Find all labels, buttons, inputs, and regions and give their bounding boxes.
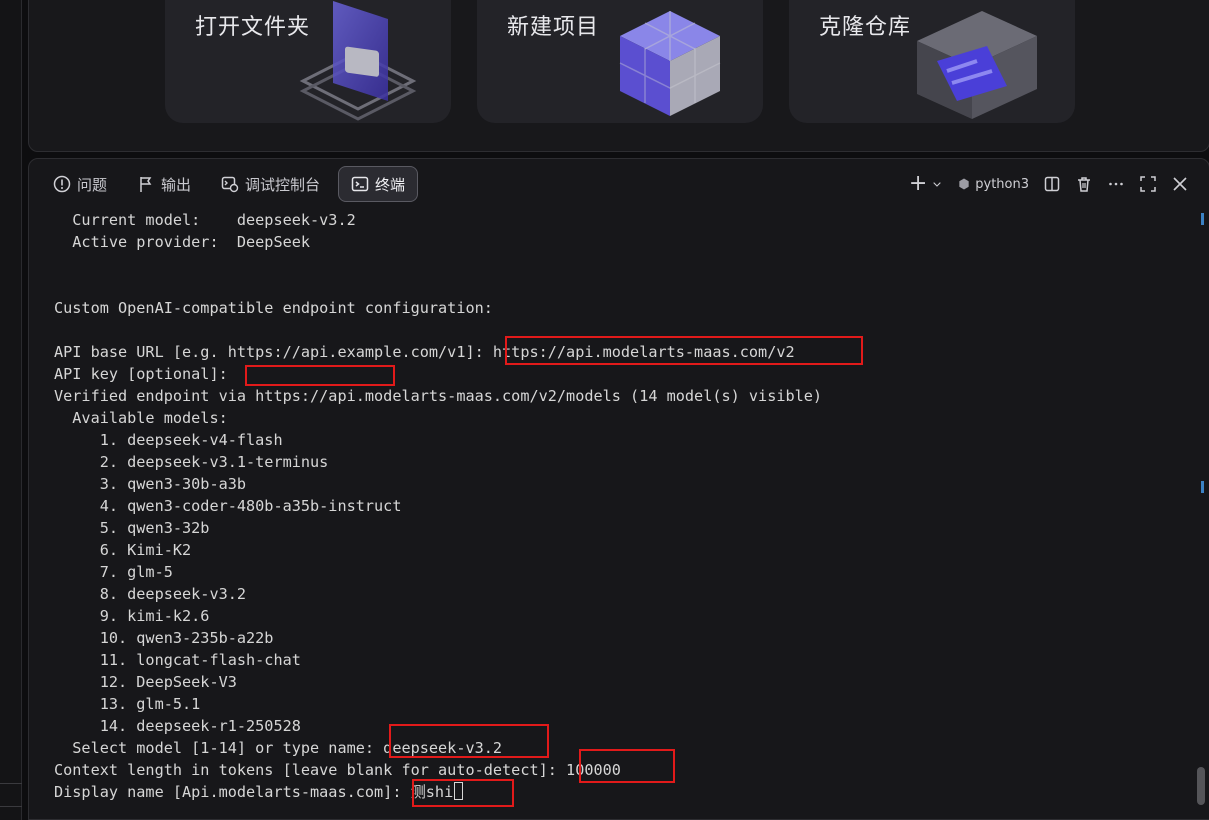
cube-icon [619, 11, 721, 116]
terminal-line: 1. deepseek-v4-flash [54, 431, 283, 449]
terminal-line: Display name [Api.modelarts-maas.com]: 测… [54, 783, 454, 801]
tab-output-label: 输出 [161, 175, 192, 194]
terminal-line: 5. qwen3-32b [54, 519, 210, 537]
terminal-line: 10. qwen3-235b-a22b [54, 629, 274, 647]
terminal-line: 13. glm-5.1 [54, 695, 201, 713]
terminal-line: 4. qwen3-coder-480b-a35b-instruct [54, 497, 402, 515]
terminal-line: 7. glm-5 [54, 563, 173, 581]
terminal-line: Current model: deepseek-v3.2 [54, 211, 356, 229]
clone-repo-card[interactable]: 克隆仓库 [789, 0, 1075, 123]
new-project-label: 新建项目 [507, 15, 600, 40]
trash-icon[interactable] [1075, 175, 1093, 193]
warning-circle-icon [53, 175, 71, 193]
panel-toolbar: + python3 [909, 159, 1189, 209]
tab-terminal[interactable]: 终端 [338, 166, 419, 202]
more-icon[interactable] [1107, 175, 1125, 193]
terminal-scrollbar[interactable] [1195, 209, 1207, 819]
open-folder-card[interactable]: 打开文件夹 [165, 0, 451, 123]
terminal-line: API key [optional]: [54, 365, 237, 383]
terminal-instance-selector[interactable]: python3 [957, 177, 1029, 192]
welcome-panel: 打开文件夹 新建项目 克隆仓库 [28, 0, 1209, 152]
activity-edge [0, 0, 22, 820]
tab-debug-console-label: 调试控制台 [245, 175, 321, 194]
plus-icon: + [908, 171, 928, 196]
chevron-down-icon [933, 182, 941, 187]
folder-icon [299, 1, 417, 121]
bottom-panel: 问题 输出 调试控制台 终端 + python3 Current model: … [28, 158, 1209, 820]
maximize-icon[interactable] [1139, 175, 1157, 193]
kernel-label: python3 [975, 176, 1029, 192]
terminal-line: 8. deepseek-v3.2 [54, 585, 247, 603]
terminal-cursor [454, 782, 464, 800]
highlight-box-api-key [245, 365, 395, 386]
flag-icon [140, 177, 152, 192]
scrollbar-thumb[interactable] [1197, 767, 1205, 805]
split-terminal-icon[interactable] [1043, 175, 1061, 193]
tab-problems[interactable]: 问题 [41, 166, 119, 202]
tab-problems-label: 问题 [77, 175, 108, 194]
terminal-prompt-line: Display name [Api.modelarts-maas.com]: 测… [54, 781, 464, 803]
terminal-line: Custom OpenAI-compatible endpoint config… [54, 299, 493, 317]
tab-debug-console[interactable]: 调试控制台 [209, 166, 332, 202]
new-project-card[interactable]: 新建项目 [477, 0, 763, 123]
python-package-icon [959, 178, 969, 190]
terminal-icon [351, 176, 369, 192]
terminal-line: Context length in tokens [leave blank fo… [54, 761, 621, 779]
terminal-line: 9. kimi-k2.6 [54, 607, 210, 625]
debug-console-icon [221, 176, 239, 193]
terminal-line: Verified endpoint via https://api.modela… [54, 387, 823, 405]
terminal-line: Select model [1-14] or type name: deepse… [54, 739, 503, 757]
new-terminal-button[interactable]: + [908, 171, 943, 196]
terminal-line: API base URL [e.g. https://api.example.c… [54, 343, 795, 361]
terminal-line: 3. qwen3-30b-a3b [54, 475, 247, 493]
terminal-line: 12. DeepSeek-V3 [54, 673, 237, 691]
close-icon[interactable] [1171, 175, 1189, 193]
repository-icon [917, 11, 1037, 119]
terminal-output[interactable]: Current model: deepseek-v3.2 Active prov… [29, 209, 1195, 819]
terminal-line: 6. Kimi-K2 [54, 541, 192, 559]
tab-terminal-label: 终端 [375, 175, 406, 194]
tab-output[interactable]: 输出 [125, 166, 203, 202]
terminal-line: 14. deepseek-r1-250528 [54, 717, 301, 735]
terminal-line: 2. deepseek-v3.1-terminus [54, 453, 329, 471]
terminal-line: Available models: [54, 409, 228, 427]
terminal-line: 11. longcat-flash-chat [54, 651, 301, 669]
terminal-line: Active provider: DeepSeek [54, 233, 311, 251]
